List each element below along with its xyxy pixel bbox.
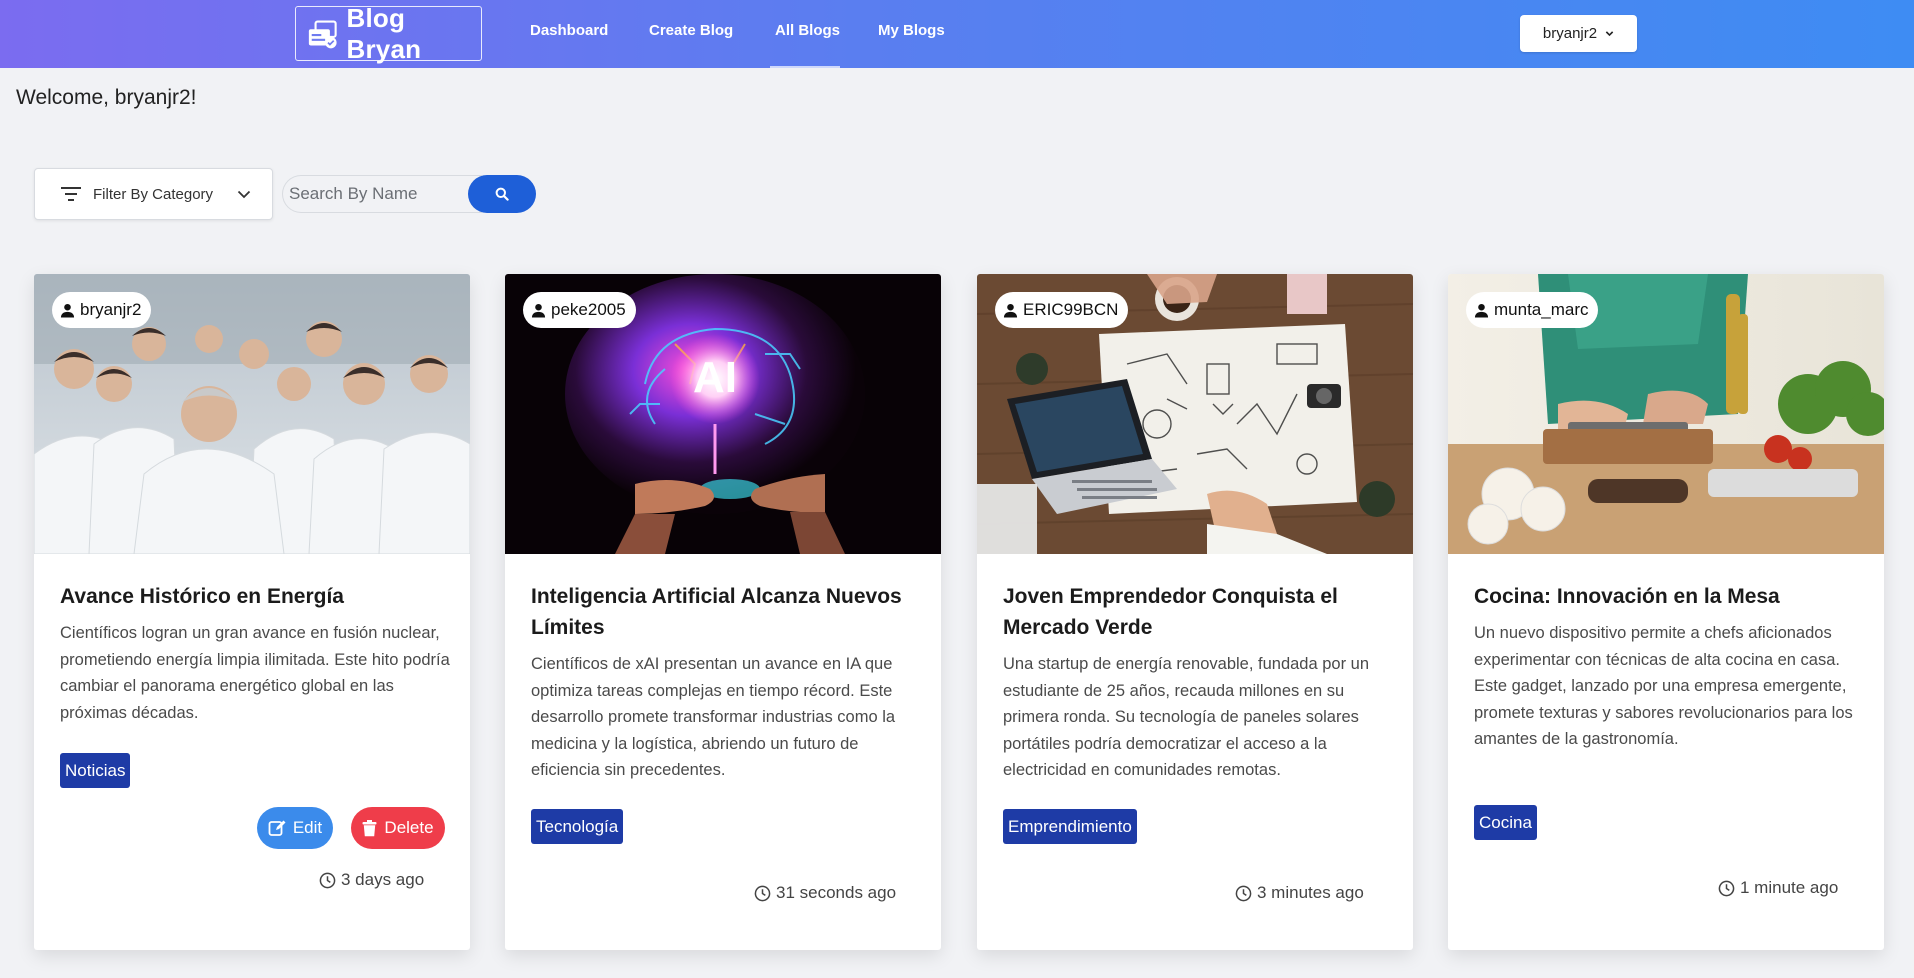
- nav-link-dashboard[interactable]: Dashboard: [530, 22, 608, 39]
- user-icon: [531, 303, 546, 318]
- ai-image-text: AI: [693, 353, 737, 402]
- edit-button[interactable]: Edit: [257, 807, 333, 849]
- nav-link-all-blogs[interactable]: All Blogs: [775, 22, 840, 39]
- clock-icon: [1235, 885, 1252, 901]
- author-badge: munta_marc: [1466, 292, 1599, 328]
- post-time-text: 1 minute ago: [1740, 878, 1839, 897]
- search-icon: [495, 187, 509, 201]
- edit-icon: [268, 820, 286, 836]
- blog-logo-icon: [308, 20, 337, 48]
- blog-card-summary: Un nuevo dispositivo permite a chefs afi…: [1474, 624, 1853, 748]
- filter-by-category-dropdown[interactable]: Filter By Category: [34, 168, 273, 220]
- search-input[interactable]: [282, 175, 482, 213]
- user-menu-name: bryanjr2: [1542, 25, 1598, 42]
- blog-card-summary: Científicos logran un gran avance en fus…: [60, 624, 450, 722]
- user-icon: [1474, 303, 1489, 318]
- blog-card-title[interactable]: Inteligencia Artificial Alcanza Nuevos L…: [531, 581, 921, 643]
- blog-card[interactable]: munta_marc Cocina: Innovación en la Mesa…: [1448, 274, 1884, 950]
- post-time: 3 minutes ago: [1235, 883, 1364, 903]
- post-time-text: 3 minutes ago: [1257, 883, 1364, 902]
- nav-link-my-blogs[interactable]: My Blogs: [878, 22, 945, 39]
- blog-card-image: munta_marc: [1448, 274, 1884, 554]
- blog-card[interactable]: AI peke2005 Inteligencia Artificial Alca…: [505, 274, 941, 950]
- chevron-down-icon: [237, 190, 251, 199]
- category-tag[interactable]: Tecnología: [531, 809, 624, 844]
- author-badge: peke2005: [523, 292, 636, 328]
- delete-button[interactable]: Delete: [351, 807, 445, 849]
- trash-icon: [362, 819, 377, 836]
- post-time-text: 3 days ago: [341, 870, 425, 889]
- user-menu-dropdown[interactable]: bryanjr2: [1520, 15, 1637, 52]
- clock-icon: [319, 872, 336, 888]
- chevron-down-icon: [1605, 31, 1614, 37]
- search-bar: [282, 175, 536, 213]
- author-name: peke2005: [551, 300, 626, 319]
- filter-label: Filter By Category: [93, 185, 214, 203]
- brand-logo-link[interactable]: Blog Bryan: [295, 3, 482, 64]
- delete-label: Delete: [384, 818, 434, 837]
- navbar: Blog Bryan Dashboard Create Blog All Blo…: [0, 0, 1914, 68]
- blog-card-image: AI peke2005: [505, 274, 941, 554]
- brand-name: Blog Bryan: [346, 2, 422, 64]
- category-tag[interactable]: Cocina: [1474, 805, 1537, 840]
- blog-card[interactable]: bryanjr2 Avance Histórico en Energía Cie…: [34, 274, 470, 950]
- blog-card-summary: Una startup de energía renovable, fundad…: [1003, 655, 1370, 779]
- post-time: 3 days ago: [319, 870, 424, 890]
- author-badge: bryanjr2: [52, 292, 152, 328]
- blog-card-summary: Científicos de xAI presentan un avance e…: [531, 655, 896, 779]
- author-name: munta_marc: [1494, 300, 1589, 319]
- blog-card-image: ERIC99BCN: [977, 274, 1413, 554]
- category-tag[interactable]: Emprendimiento: [1003, 809, 1137, 844]
- active-nav-indicator: [770, 66, 840, 68]
- search-button[interactable]: [468, 175, 536, 213]
- user-icon: [1003, 303, 1018, 318]
- author-name: ERIC99BCN: [1023, 300, 1119, 319]
- blog-card-title[interactable]: Cocina: Innovación en la Mesa: [1474, 581, 1864, 612]
- filter-icon: [61, 187, 81, 201]
- clock-icon: [754, 885, 771, 901]
- post-time: 1 minute ago: [1718, 878, 1838, 898]
- category-tag[interactable]: Noticias: [60, 753, 131, 788]
- blog-card-title[interactable]: Joven Emprendedor Conquista el Mercado V…: [1003, 581, 1393, 643]
- blog-card-image: bryanjr2: [34, 274, 470, 554]
- blog-card-title[interactable]: Avance Histórico en Energía: [60, 581, 450, 612]
- blog-card[interactable]: ERIC99BCN Joven Emprendedor Conquista el…: [977, 274, 1413, 950]
- clock-icon: [1718, 880, 1735, 896]
- author-name: bryanjr2: [80, 300, 142, 319]
- edit-label: Edit: [292, 818, 323, 837]
- nav-link-create-blog[interactable]: Create Blog: [649, 22, 733, 39]
- post-time-text: 31 seconds ago: [776, 883, 897, 902]
- user-icon: [60, 303, 75, 318]
- post-time: 31 seconds ago: [754, 883, 896, 903]
- welcome-message: Welcome, bryanjr2!: [16, 86, 197, 109]
- author-badge: ERIC99BCN: [995, 292, 1129, 328]
